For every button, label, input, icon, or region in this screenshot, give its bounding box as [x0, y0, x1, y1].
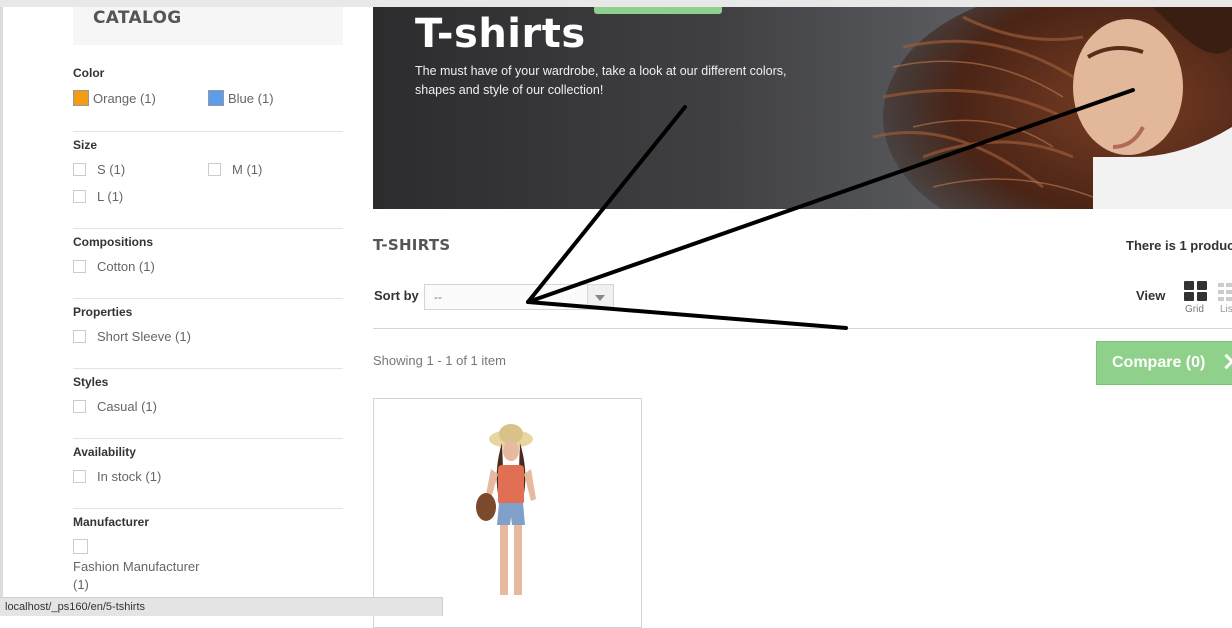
filter-title-size: Size: [73, 138, 98, 152]
listing-divider: [373, 328, 1232, 329]
sort-select-toggle[interactable]: [587, 285, 613, 309]
banner-accent-tab: [594, 7, 722, 14]
sort-select[interactable]: --: [424, 284, 614, 310]
availability-option-label: In stock (1): [97, 469, 162, 484]
checkbox[interactable]: [73, 470, 86, 483]
size-option-label: S (1): [97, 162, 126, 177]
banner-description-line: shapes and style of our collection!: [415, 83, 604, 97]
property-option-label: Short Sleeve (1): [97, 329, 191, 344]
sort-select-value: --: [434, 290, 442, 304]
list-icon: [1218, 297, 1224, 301]
product-count: There is 1 product.: [1126, 238, 1232, 253]
product-image[interactable]: [374, 399, 641, 627]
showing-count: Showing 1 - 1 of 1 item: [373, 353, 506, 368]
chevron-down-icon: [595, 295, 605, 301]
product-card[interactable]: [373, 398, 642, 628]
checkbox[interactable]: [73, 400, 86, 413]
composition-option-label: Cotton (1): [97, 259, 155, 274]
filter-title-availability: Availability: [73, 445, 136, 459]
filter-divider: [73, 508, 343, 509]
sort-by-label: Sort by: [374, 288, 419, 303]
model-hair-image: [872, 7, 1232, 209]
checkbox[interactable]: [73, 539, 88, 554]
orange-swatch: [73, 90, 89, 106]
blue-swatch: [208, 90, 224, 106]
status-url: localhost/_ps160/en/5-tshirts: [5, 601, 146, 613]
checkbox[interactable]: [73, 260, 86, 273]
list-icon: [1226, 283, 1232, 287]
filter-title-properties: Properties: [73, 305, 133, 319]
category-heading: T-SHIRTS: [373, 236, 451, 254]
view-grid-button[interactable]: Grid: [1184, 281, 1208, 317]
grid-icon: [1184, 281, 1194, 290]
filter-title-manufacturer: Manufacturer: [73, 515, 150, 529]
view-grid-label: Grid: [1185, 304, 1204, 315]
catalog-block-header: CATALOG: [73, 7, 343, 45]
compare-button[interactable]: Compare (0): [1096, 341, 1232, 385]
compare-button-label: Compare (0): [1112, 354, 1206, 371]
grid-icon: [1184, 292, 1194, 301]
filter-divider: [73, 131, 343, 132]
checkbox[interactable]: [208, 163, 221, 176]
color-option-label: Orange (1): [93, 91, 156, 106]
size-option-label: L (1): [97, 189, 124, 204]
banner-description-line: The must have of your wardrobe, take a l…: [415, 64, 787, 78]
filter-divider: [73, 228, 343, 229]
filter-divider: [73, 298, 343, 299]
browser-status-bar: localhost/_ps160/en/5-tshirts: [0, 597, 443, 616]
size-option-label: M (1): [232, 162, 263, 177]
filter-title-compositions: Compositions: [73, 235, 153, 249]
filter-divider: [73, 368, 343, 369]
list-icon: [1226, 290, 1232, 294]
filter-title-color: Color: [73, 66, 105, 80]
category-banner: T-shirts The must have of your wardrobe,…: [373, 7, 1232, 209]
filter-divider: [73, 438, 343, 439]
manufacturer-option-fashion[interactable]: Fashion Manufacturer (1): [73, 538, 273, 598]
grid-icon: [1197, 292, 1207, 301]
list-icon: [1226, 297, 1232, 301]
checkbox[interactable]: [73, 330, 86, 343]
grid-icon: [1197, 281, 1207, 290]
view-list-label: List: [1220, 304, 1232, 315]
list-icon: [1218, 290, 1224, 294]
catalog-title: CATALOG: [93, 8, 182, 28]
list-icon: [1218, 283, 1224, 287]
color-option-label: Blue (1): [228, 91, 274, 106]
browser-left-edge: [0, 7, 3, 616]
banner-description: The must have of your wardrobe, take a l…: [415, 62, 835, 100]
style-option-label: Casual (1): [97, 399, 157, 414]
chevron-right-icon: [1218, 353, 1232, 370]
manufacturer-option-label: Fashion Manufacturer: [73, 559, 200, 574]
view-list-button[interactable]: List: [1218, 281, 1232, 317]
banner-title: T-shirts: [415, 11, 586, 57]
filter-title-styles: Styles: [73, 375, 109, 389]
view-label: View: [1136, 288, 1166, 303]
checkbox[interactable]: [73, 163, 86, 176]
browser-top-edge: [0, 0, 1232, 7]
checkbox[interactable]: [73, 190, 86, 203]
manufacturer-option-count: (1): [73, 577, 89, 592]
